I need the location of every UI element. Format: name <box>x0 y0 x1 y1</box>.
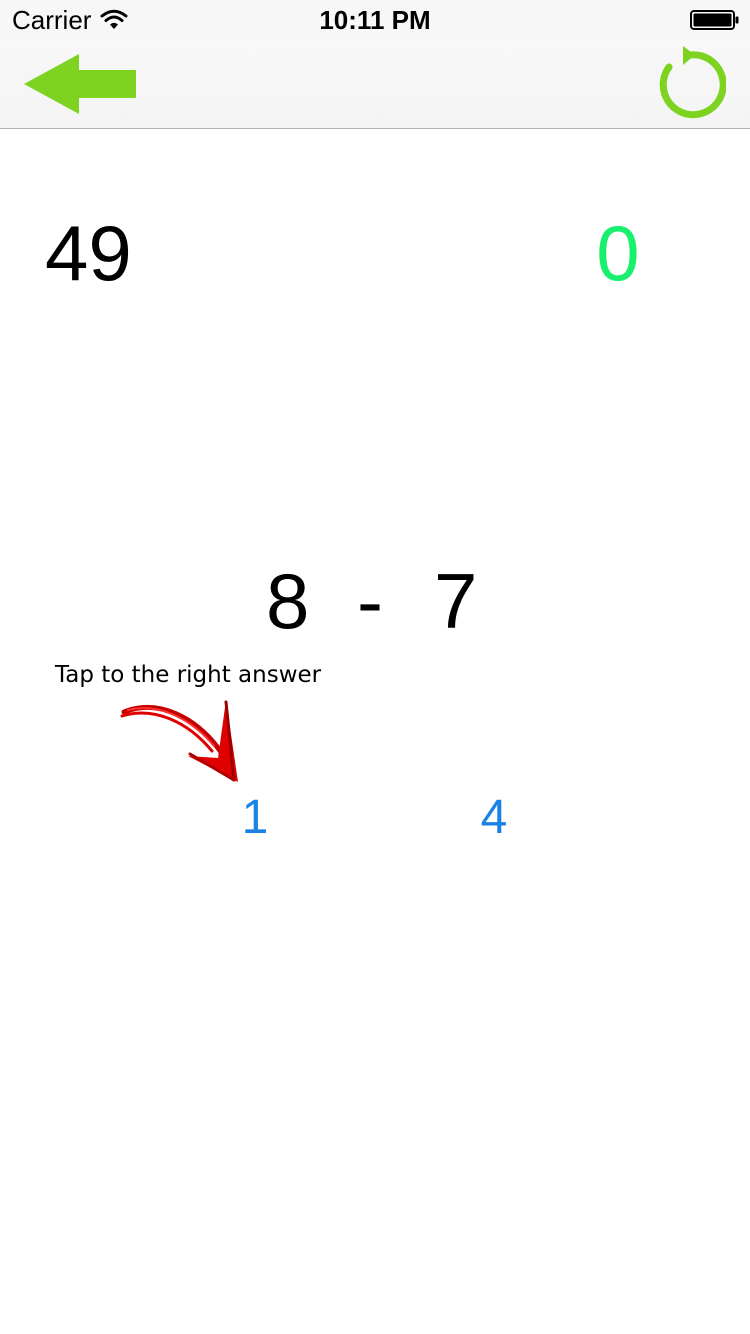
left-arrow-icon <box>24 54 136 114</box>
answer-option-1[interactable]: 1 <box>225 790 285 846</box>
battery-icon <box>690 10 739 30</box>
navigation-bar <box>0 40 750 129</box>
status-time: 10:11 PM <box>319 5 431 35</box>
status-bar: Carrier 10:11 PM <box>0 0 750 40</box>
remaining-count: 49 <box>45 209 132 297</box>
math-question: 8 - 7 <box>0 556 750 646</box>
hint-arrow-icon <box>120 700 238 782</box>
operand-b: 7 <box>434 557 478 645</box>
refresh-icon <box>659 46 727 119</box>
operand-a: 8 <box>266 557 310 645</box>
operator: - <box>357 557 383 645</box>
back-button[interactable] <box>22 52 140 116</box>
correct-count: 0 <box>596 209 640 297</box>
answer-option-2[interactable]: 4 <box>464 790 524 846</box>
hint-text: Tap to the right answer <box>55 662 322 688</box>
refresh-button[interactable] <box>652 46 727 120</box>
